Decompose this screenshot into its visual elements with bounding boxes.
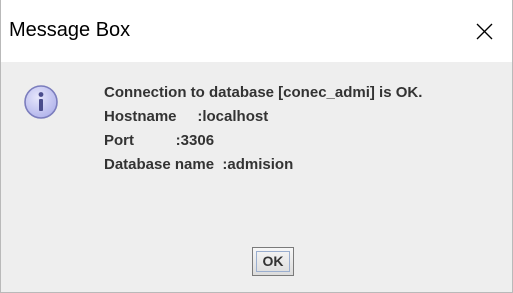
message-line-hostname: Hostname :localhost [104, 108, 269, 125]
ok-button[interactable]: OK [252, 247, 294, 276]
message-line-connection: Connection to database [conec_admi] is O… [104, 84, 423, 101]
message-line-port: Port :3306 [104, 132, 215, 149]
dialog-content: Connection to database [conec_admi] is O… [1, 62, 512, 292]
title-bar[interactable]: Message Box [1, 0, 512, 62]
ok-button-label: OK [262, 253, 284, 269]
dialog-title: Message Box [9, 19, 131, 41]
close-button[interactable] [467, 14, 501, 48]
information-icon [24, 85, 58, 119]
message-box-dialog: Message Box Connection to database [cone… [0, 0, 513, 293]
close-icon [476, 23, 493, 40]
message-line-database-name: Database name :admision [104, 156, 294, 173]
message-text: Connection to database [conec_admi] is O… [104, 81, 422, 177]
